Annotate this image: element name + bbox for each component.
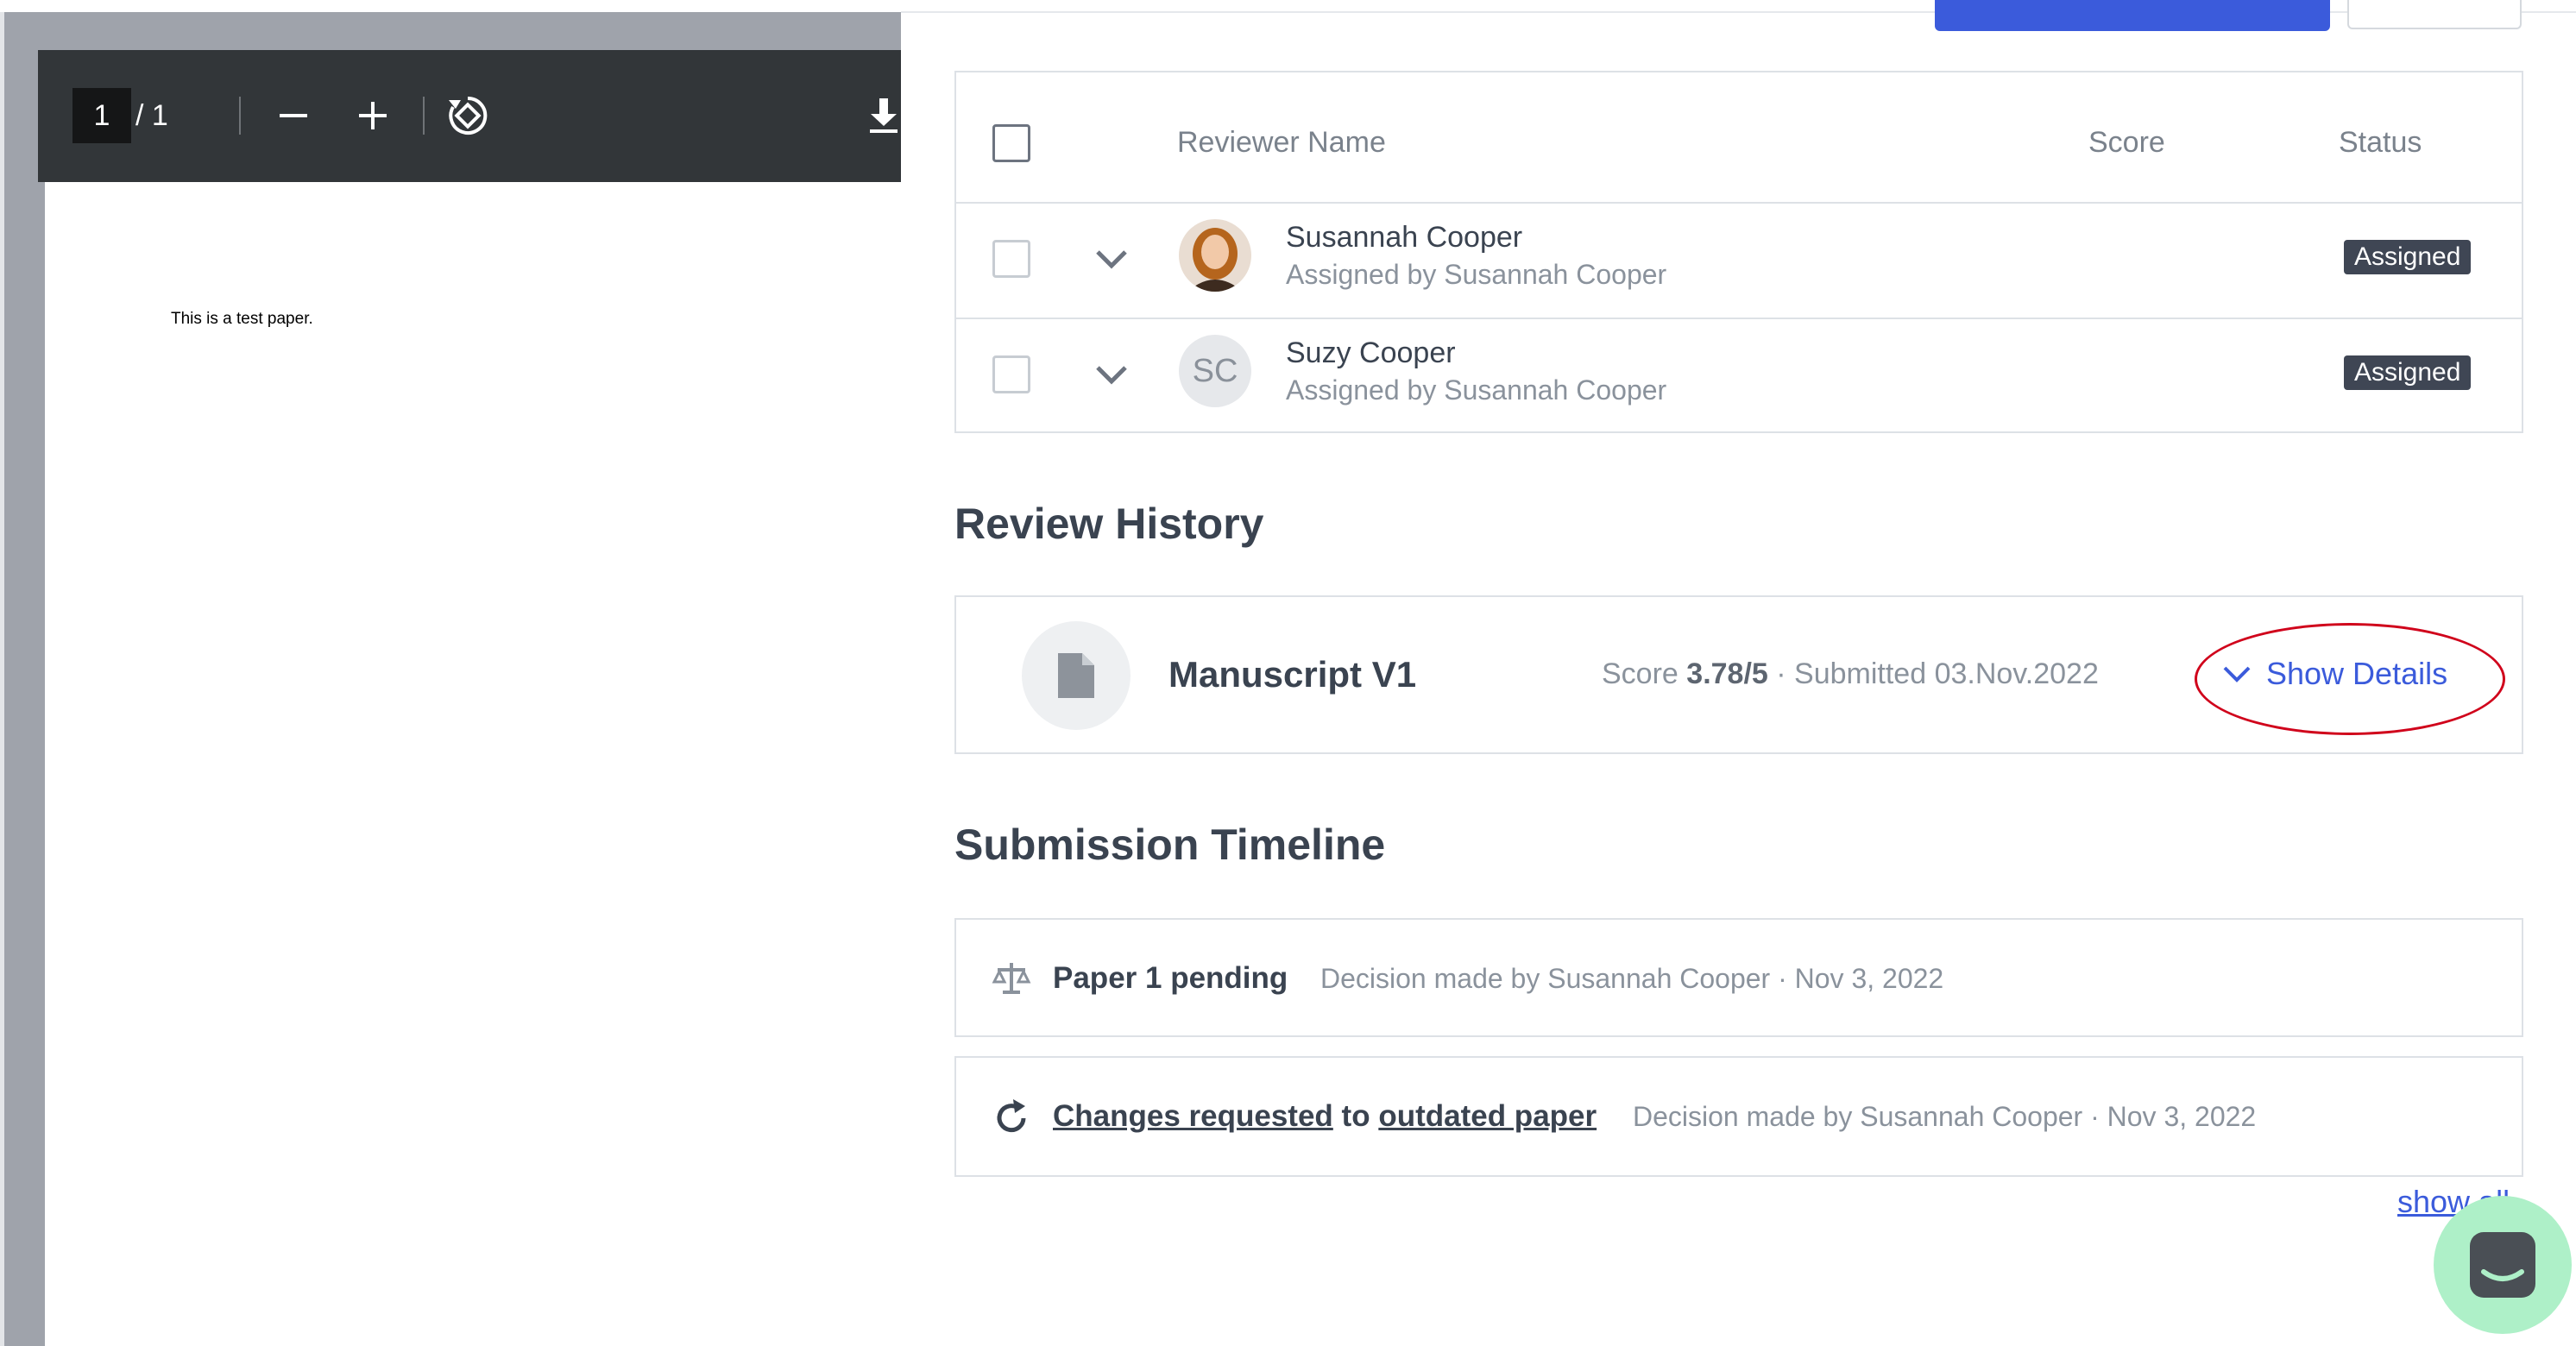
timeline-connector: to [1341, 1099, 1370, 1133]
primary-action-button[interactable] [1935, 0, 2330, 31]
row-checkbox[interactable] [992, 240, 1030, 278]
timeline-item-text: Changes requested to outdated paper [1053, 1099, 1597, 1134]
score-header: Score [2088, 126, 2165, 159]
page-number-input[interactable]: 1 [72, 88, 131, 143]
expand-chevron-icon[interactable] [1091, 354, 1132, 395]
document-icon [1022, 621, 1131, 730]
download-icon[interactable] [853, 85, 915, 147]
score-label: Score [1602, 657, 1678, 690]
highlight-annotation [2195, 623, 2505, 735]
status-badge: Assigned [2344, 355, 2472, 390]
paper-text: This is a test paper. [171, 310, 313, 328]
avatar [1179, 219, 1251, 292]
status-badge: Assigned [2344, 240, 2472, 274]
timeline-item-text: Paper 1 pending [1053, 961, 1288, 995]
assigned-by: Assigned by Susannah Cooper [1286, 259, 1667, 290]
toolbar-separator [423, 97, 425, 135]
select-all-checkbox[interactable] [992, 124, 1030, 162]
toolbar-separator [239, 97, 241, 135]
reviewer-name-header: Reviewer Name [1177, 126, 1386, 159]
outdated-paper-link[interactable]: outdated paper [1378, 1099, 1597, 1133]
row-divider [956, 318, 2522, 319]
chat-launcher-button[interactable] [2434, 1196, 2572, 1334]
timeline-item-meta: Decision made by Susannah Cooper · Nov 3… [1633, 1101, 2257, 1132]
row-checkbox[interactable] [992, 355, 1030, 393]
manuscript-title: Manuscript V1 [1168, 654, 1417, 695]
reviewer-name: Susannah Cooper [1286, 221, 1523, 254]
pdf-toolbar: 1 / 1 [38, 50, 901, 182]
pdf-page: This is a test paper. [45, 182, 901, 1346]
page-total: / 1 [135, 99, 168, 132]
review-history-title: Review History [954, 500, 1264, 548]
avatar: SC [1179, 335, 1251, 407]
zoom-out-icon[interactable] [262, 85, 324, 147]
row-divider [956, 202, 2522, 204]
reviewer-name: Suzy Cooper [1286, 336, 1456, 369]
rotate-icon[interactable] [437, 85, 499, 147]
expand-chevron-icon[interactable] [1091, 238, 1132, 280]
timeline-item: Paper 1 pending Decision made by Susanna… [954, 918, 2523, 1037]
pdf-viewer-edge [0, 12, 4, 1346]
chat-icon [2470, 1232, 2535, 1298]
score-value: 3.78/5 [1686, 657, 1768, 690]
scale-icon [992, 963, 1031, 994]
submission-timeline-title: Submission Timeline [954, 821, 1386, 869]
timeline-item: Changes requested to outdated paper Deci… [954, 1056, 2523, 1177]
assigned-by: Assigned by Susannah Cooper [1286, 374, 1667, 406]
timeline-item-meta: Decision made by Susannah Cooper · Nov 3… [1320, 963, 1944, 994]
status-header: Status [2339, 126, 2422, 159]
reviewers-table: Reviewer Name Score Status Susannah Coop… [954, 71, 2523, 433]
zoom-in-icon[interactable] [342, 85, 404, 147]
changes-requested-link[interactable]: Changes requested [1053, 1099, 1333, 1133]
secondary-action-button[interactable] [2347, 0, 2522, 29]
submitted-date: · Submitted 03.Nov.2022 [1776, 657, 2099, 690]
manuscript-meta: Score 3.78/5 · Submitted 03.Nov.2022 [1602, 657, 2099, 691]
refresh-icon [997, 1099, 1026, 1133]
